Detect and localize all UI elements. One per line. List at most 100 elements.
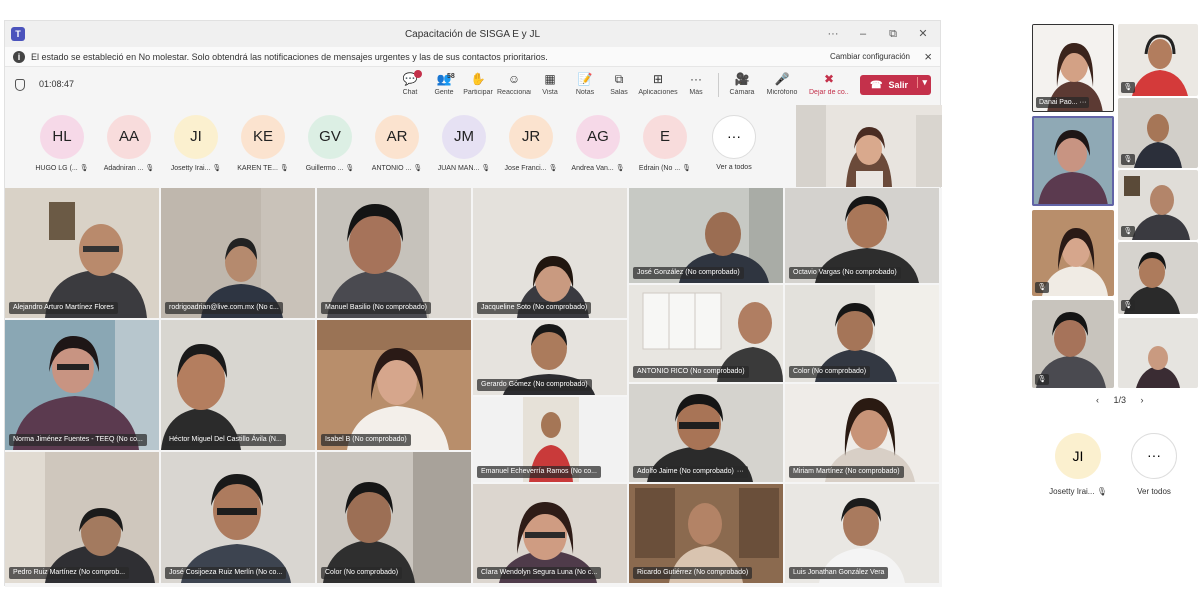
people-button[interactable]: 👥 58 Gente — [427, 71, 461, 96]
video-tile[interactable]: Pedro Ruiz Martínez (No comprob... — [5, 452, 159, 583]
video-tile[interactable]: Miriam Martínez (No comprobado) — [785, 384, 939, 482]
avatar-name: Edrain (No ... 🎙 — [638, 165, 692, 172]
more-options-icon: ··· — [736, 468, 744, 475]
video-tile[interactable]: Color (No comprobado) — [317, 452, 471, 583]
raise-hand-button[interactable]: ✋ Participar — [461, 71, 495, 96]
participant-name: Alejandro Arturo Martínez Flores — [9, 302, 118, 314]
side-video-tile[interactable]: Danai Pao... ··· — [1032, 24, 1114, 112]
chevron-right-icon[interactable]: › — [1141, 395, 1144, 405]
tribunal-logo-watermark: TTTEEQ TRIBUNAL ELECTORAL DEL ESTADO DE … — [1040, 519, 1185, 581]
avatar-name: JUAN MAN... 🎙 — [437, 165, 491, 172]
react-button[interactable]: ☺ Reaccionar — [497, 71, 531, 96]
apps-button[interactable]: ⊞ Aplicaciones — [637, 71, 679, 96]
video-tile-speaking[interactable]: Norma Jiménez Fuentes - TEEQ (No co... — [5, 320, 159, 450]
camera-button[interactable]: 🎥 Cámara — [725, 71, 759, 96]
chat-button[interactable]: 💬 Chat — [393, 70, 427, 96]
notes-icon: 📝 — [577, 72, 593, 86]
video-grid: Alejandro Arturo Martínez Flores Norma J… — [5, 188, 942, 587]
see-all-button[interactable]: ··· Ver todos — [1124, 433, 1184, 496]
side-video-tile[interactable]: 🎙 — [1032, 300, 1114, 388]
chevron-down-icon[interactable]: ▾ — [917, 77, 927, 88]
featured-video-feed — [796, 105, 942, 187]
video-tile[interactable]: Ricardo Gutiérrez (No comprobado) — [629, 484, 783, 583]
notification-text: El estado se estableció en No molestar. … — [31, 52, 548, 62]
video-tile[interactable]: rodrigoadrian@live.com.mx (No c... — [161, 188, 315, 318]
avatar-name: Adadniran ... 🎙 — [103, 165, 155, 172]
participant-avatar[interactable]: JI Josetty Irai... 🎙 — [1048, 433, 1108, 496]
leave-button[interactable]: ☎ Salir ▾ — [860, 75, 931, 95]
close-notification-icon[interactable]: × — [924, 49, 932, 64]
participant-avatar[interactable]: JR Jose Franci... 🎙 — [498, 115, 564, 172]
participant-avatar[interactable]: AR ANTONIO ... 🎙 — [364, 115, 430, 172]
chevron-left-icon[interactable]: ‹ — [1096, 395, 1099, 405]
side-video-tile[interactable]: 🎙 — [1118, 242, 1198, 314]
stop-sharing-button[interactable]: ✖ Dejar de co... — [809, 71, 849, 96]
microphone-button[interactable]: 🎤 Micrófono — [765, 71, 799, 96]
participant-avatar[interactable]: JI Josetty Irai... 🎙 — [163, 115, 229, 172]
mic-muted-icon: 🎙 — [682, 165, 692, 172]
video-tile[interactable]: Jacqueline Soto (No comprobado) — [473, 188, 627, 318]
close-button[interactable]: ✕ — [910, 25, 936, 43]
participant-avatar[interactable]: JM JUAN MAN... 🎙 — [431, 115, 497, 172]
change-settings-link[interactable]: Cambiar configuración — [830, 52, 910, 61]
video-tile[interactable]: Adolfo Jaime (No comprobado) ··· — [629, 384, 783, 482]
side-video-tile-selected[interactable] — [1032, 116, 1114, 206]
rooms-label: Salas — [610, 89, 628, 96]
view-button[interactable]: ▦ Vista — [533, 71, 567, 96]
video-tile[interactable]: José González (No comprobado) — [629, 188, 783, 283]
video-tile[interactable]: Octavio Vargas (No comprobado) — [785, 188, 939, 283]
video-tile[interactable]: Alejandro Arturo Martínez Flores — [5, 188, 159, 318]
video-tile[interactable]: Héctor Miguel Del Castillo Ávila (N... — [161, 320, 315, 450]
avatar-name: Jose Franci... 🎙 — [504, 165, 558, 172]
more-icon: ··· — [712, 115, 756, 159]
mic-muted-icon: 🎙 — [615, 165, 625, 172]
participant-avatar[interactable]: GV Guillermo ... 🎙 — [297, 115, 363, 172]
participant-avatar[interactable]: HL HUGO LG (... 🎙 — [29, 115, 95, 172]
participant-name: Manuel Basilio (No comprobado) — [321, 302, 431, 314]
side-video-tile[interactable]: 🎙 — [1032, 210, 1114, 296]
video-tile[interactable]: ANTONIO RICO (No comprobado) — [629, 285, 783, 382]
video-tile[interactable]: José Cosijoeza Ruiz Merlín (No co... — [161, 452, 315, 583]
avatar-initials: AG — [576, 115, 620, 159]
view-icon: ▦ — [544, 72, 556, 86]
participant-name: ANTONIO RICO (No comprobado) — [633, 366, 749, 378]
video-tile[interactable]: Gerardo Gómez (No comprobado) — [473, 320, 627, 395]
participant-name: Norma Jiménez Fuentes - TEEQ (No co... — [9, 434, 147, 446]
video-feed — [5, 320, 159, 450]
mic-muted-icon: 🎙 — [1035, 374, 1049, 385]
featured-video[interactable] — [796, 105, 942, 187]
minimize-button[interactable]: – — [850, 25, 876, 43]
video-tile[interactable]: Isabel B (No comprobado) — [317, 320, 471, 450]
chat-label: Chat — [402, 89, 418, 96]
people-count: 58 — [447, 73, 455, 80]
video-feed — [161, 320, 315, 450]
video-tile[interactable]: Clara Wendolyn Segura Luna (No c... — [473, 484, 627, 583]
video-tile[interactable]: Emanuel Echeverría Ramos (No co... — [473, 397, 627, 482]
see-all-participants-button[interactable]: ··· Ver a todos — [701, 115, 767, 171]
restore-button[interactable]: ⧉ — [880, 25, 906, 43]
video-feed — [317, 320, 471, 450]
participant-avatar[interactable]: AG Andrea Van... 🎙 — [565, 115, 631, 172]
camera-label: Cámara — [729, 89, 755, 96]
more-options-button[interactable]: ··· — [820, 25, 846, 43]
avatar-name: Guillermo ... 🎙 — [305, 165, 355, 172]
raise-hand-icon: ✋ — [470, 72, 486, 86]
participant-avatar[interactable]: AA Adadniran ... 🎙 — [96, 115, 162, 172]
participant-avatar[interactable]: E Edrain (No ... 🎙 — [632, 115, 698, 172]
avatar-name: ANTONIO ... 🎙 — [371, 165, 423, 172]
side-video-tile[interactable]: 🎙 — [1118, 98, 1198, 168]
side-video-tile[interactable] — [1118, 318, 1198, 388]
mic-muted-icon: 🎙 — [1121, 226, 1135, 237]
participant-avatar[interactable]: KE KAREN TE... 🎙 — [230, 115, 296, 172]
rooms-button[interactable]: ⧉ Salas — [602, 71, 636, 96]
video-tile[interactable]: Luis Jonathan González Vera — [785, 484, 939, 583]
video-tile[interactable]: Color (No comprobado) — [785, 285, 939, 382]
rooms-icon: ⧉ — [614, 72, 624, 86]
apps-label: Aplicaciones — [638, 89, 678, 96]
video-tile[interactable]: Manuel Basilio (No comprobado) — [317, 188, 471, 318]
avatar-initials: AR — [375, 115, 419, 159]
side-video-tile[interactable]: 🎙 — [1118, 170, 1198, 240]
more-button[interactable]: ··· Más — [679, 71, 713, 96]
notes-button[interactable]: 📝 Notas — [568, 71, 602, 96]
side-video-tile[interactable]: 🎙 — [1118, 24, 1198, 96]
